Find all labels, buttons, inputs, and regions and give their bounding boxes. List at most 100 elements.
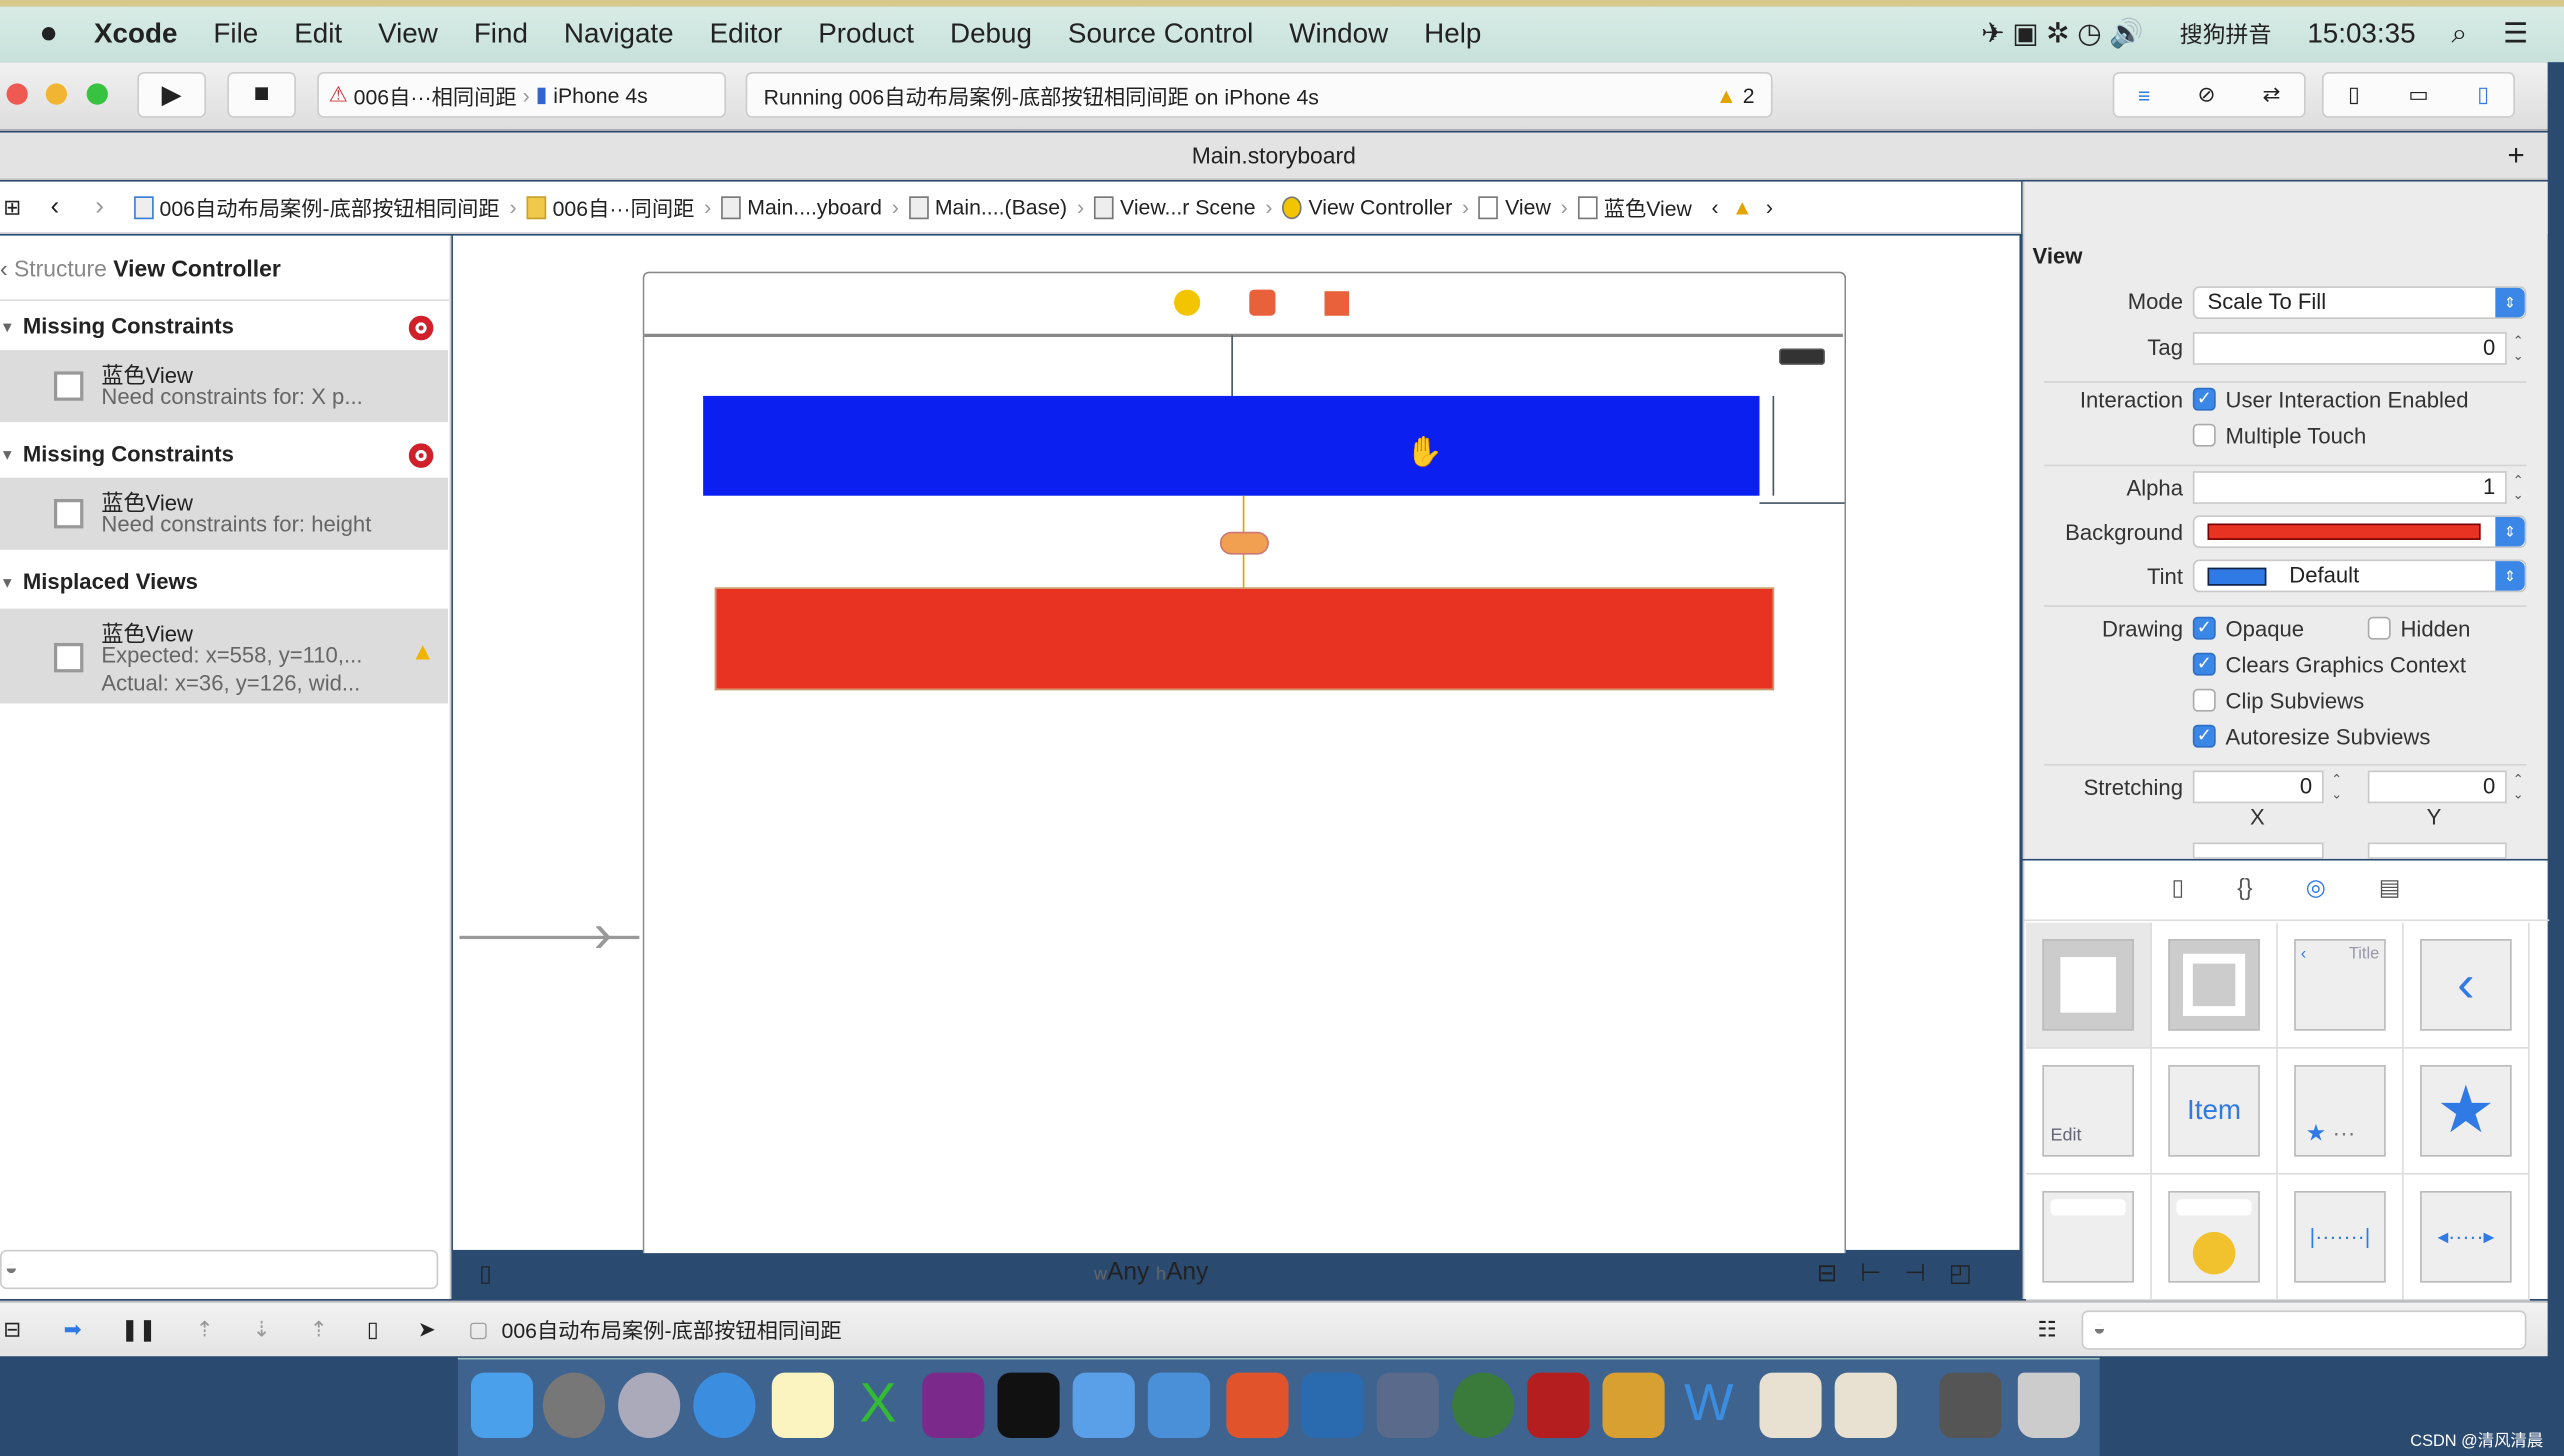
- red-view-selected[interactable]: [714, 587, 1775, 691]
- library-view-controller[interactable]: [2026, 922, 2152, 1049]
- tint-select[interactable]: Default ⇕: [2192, 559, 2527, 593]
- step-over-icon[interactable]: ⇡: [196, 1316, 214, 1342]
- editor-mode-group[interactable]: ≡ ⊘ ⇄: [2112, 71, 2306, 118]
- excel-icon[interactable]: X: [847, 1373, 909, 1438]
- document-outline-toggle[interactable]: ▯: [479, 1260, 492, 1288]
- library-toolbar[interactable]: Edit: [2026, 1048, 2152, 1175]
- clock[interactable]: 15:03:35: [2307, 18, 2415, 51]
- size-class-selector[interactable]: wAny hAny: [1094, 1258, 1208, 1286]
- view-controller-scene[interactable]: ✋: [642, 271, 1847, 1254]
- hide-debug-area-icon[interactable]: ⊟: [3, 1316, 21, 1342]
- app-icon[interactable]: [1452, 1372, 1515, 1439]
- first-responder-icon[interactable]: [1249, 289, 1276, 316]
- document-icon[interactable]: [1834, 1372, 1897, 1439]
- tag-field[interactable]: 0: [2192, 332, 2507, 365]
- warning-icon[interactable]: ▲: [1732, 195, 1753, 220]
- step-out-icon[interactable]: ⇡: [310, 1316, 328, 1342]
- app-icon[interactable]: [1602, 1372, 1665, 1439]
- instruments-icon[interactable]: [1147, 1372, 1211, 1439]
- menu-file[interactable]: File: [213, 18, 258, 51]
- menu-product[interactable]: Product: [818, 18, 914, 51]
- alpha-field[interactable]: 1: [2192, 471, 2507, 504]
- terminal-icon[interactable]: [997, 1372, 1060, 1439]
- blue-view[interactable]: ✋: [703, 395, 1760, 496]
- stretch-x-stepper[interactable]: ⌃ ⌄: [2329, 772, 2345, 801]
- media-library-icon[interactable]: ▤: [2379, 874, 2401, 902]
- library-search-bar[interactable]: [2026, 1174, 2152, 1301]
- version-editor-icon[interactable]: ⇄: [2263, 82, 2281, 108]
- file-template-icon[interactable]: ▯: [2172, 874, 2185, 902]
- code-snippet-icon[interactable]: {}: [2237, 874, 2252, 902]
- jump-project[interactable]: 006自动布局案例-底部按钮相同间距: [133, 191, 500, 222]
- view-toggle-group[interactable]: ▯ ▭ ▯: [2321, 71, 2515, 118]
- stretch-y-field[interactable]: 0: [2367, 770, 2507, 804]
- jump-folder[interactable]: 006自···同间距: [526, 191, 694, 222]
- debug-area-toggle-icon[interactable]: ▭: [2408, 82, 2428, 108]
- jump-view-controller[interactable]: View Controller: [1282, 195, 1452, 219]
- resolve-icon[interactable]: ⊣: [1904, 1260, 1948, 1288]
- menu-help[interactable]: Help: [1424, 18, 1481, 51]
- run-button[interactable]: ▶: [137, 71, 207, 118]
- jump-blue-view[interactable]: 蓝色View: [1577, 191, 1692, 222]
- hidden-checkbox[interactable]: [2367, 616, 2391, 640]
- status-icons[interactable]: ✈ ▣ ✲ ◷ 🔊: [1981, 18, 2144, 51]
- library-tab-bar-item[interactable]: ★: [2403, 1048, 2530, 1175]
- notification-center-icon[interactable]: ☰: [2503, 18, 2528, 51]
- exit-icon[interactable]: [1324, 291, 1350, 316]
- jump-storyboard[interactable]: Main....yboard: [721, 195, 882, 219]
- resizing-icon[interactable]: ◰: [1949, 1260, 1995, 1288]
- library-list-view-icon[interactable]: ☷: [2037, 1316, 2056, 1342]
- assistant-editor-icon[interactable]: ⊘: [2198, 82, 2216, 108]
- view-debugger-icon[interactable]: ▯: [367, 1316, 379, 1342]
- menu-debug[interactable]: Debug: [950, 18, 1032, 51]
- library-search-display-controller[interactable]: [2151, 1174, 2278, 1301]
- menu-find[interactable]: Find: [474, 18, 528, 51]
- spotlight-icon[interactable]: ⌕: [2452, 18, 2468, 51]
- navigator-toggle-icon[interactable]: ▯: [2348, 82, 2360, 108]
- menu-editor[interactable]: Editor: [710, 18, 783, 51]
- apple-icon[interactable]: ●: [39, 16, 58, 52]
- pin-icon[interactable]: ⊢: [1860, 1260, 1904, 1288]
- system-preferences-icon[interactable]: [542, 1372, 606, 1439]
- location-icon[interactable]: ➤: [418, 1316, 436, 1342]
- library-flexible-space[interactable]: ◂·····▸: [2403, 1174, 2530, 1301]
- scissors-app-icon[interactable]: [1301, 1372, 1364, 1439]
- issue-item[interactable]: 蓝色View Need constraints for: height: [0, 477, 449, 550]
- safari-icon[interactable]: [693, 1372, 756, 1439]
- clears-context-checkbox[interactable]: ✓: [2192, 652, 2216, 676]
- opaque-checkbox[interactable]: ✓: [2192, 616, 2216, 640]
- launchpad-icon[interactable]: [618, 1372, 681, 1439]
- issue-item[interactable]: 蓝色View Need constraints for: X p...: [0, 350, 449, 423]
- filter-input[interactable]: ◒: [0, 1249, 439, 1290]
- tab-main-storyboard[interactable]: Main.storyboard +: [0, 132, 2548, 180]
- constraint-badge[interactable]: [1219, 531, 1269, 555]
- clip-subviews-checkbox[interactable]: [2192, 688, 2216, 712]
- stretch-height-field[interactable]: [2367, 842, 2507, 859]
- stop-button[interactable]: ■: [227, 71, 296, 118]
- powerpoint-icon[interactable]: [1226, 1372, 1289, 1439]
- forward-button[interactable]: ›: [95, 192, 104, 221]
- screen-recorder-icon[interactable]: [1939, 1372, 2002, 1439]
- add-tab-button[interactable]: +: [2508, 133, 2525, 180]
- menu-view[interactable]: View: [378, 18, 438, 51]
- library-container-view[interactable]: [2151, 922, 2278, 1049]
- stretch-y-stepper[interactable]: ⌃ ⌄: [2510, 772, 2526, 801]
- autoresize-subviews-checkbox[interactable]: ✓: [2192, 724, 2216, 748]
- close-window-button[interactable]: [6, 83, 28, 105]
- mode-select[interactable]: Scale To Fill ⇕: [2192, 286, 2527, 320]
- tag-stepper[interactable]: ⌃ ⌄: [2510, 334, 2526, 363]
- library-navigation-item[interactable]: ‹: [2403, 922, 2530, 1049]
- standard-editor-icon[interactable]: ≡: [2138, 83, 2150, 108]
- issue-group-missing-constraints[interactable]: Missing Constraints: [0, 314, 451, 339]
- issue-breadcrumb[interactable]: ‹ Structure View Controller: [0, 255, 281, 281]
- multiple-touch-checkbox[interactable]: [2192, 423, 2216, 447]
- warning-count[interactable]: ▲ 2: [1716, 83, 1755, 108]
- notes-icon[interactable]: [771, 1372, 834, 1439]
- user-interaction-checkbox[interactable]: ✓: [2192, 387, 2216, 411]
- prev-issue-button[interactable]: ‹: [1712, 195, 1719, 220]
- scheme-selector[interactable]: ⚠ 006自···相同间距 › ▮ iPhone 4s: [317, 71, 727, 118]
- stretch-x-field[interactable]: 0: [2192, 770, 2324, 804]
- related-items-icon[interactable]: ⊞: [3, 194, 21, 220]
- back-chevron-icon[interactable]: ‹: [0, 255, 8, 281]
- imovie-icon[interactable]: [1376, 1372, 1439, 1439]
